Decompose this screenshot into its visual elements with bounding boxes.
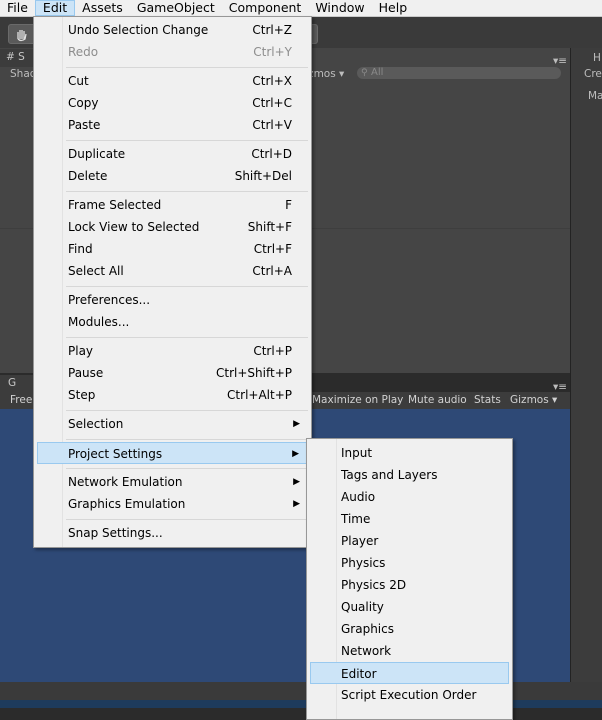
menu-separator <box>66 67 308 68</box>
menu-separator <box>66 286 308 287</box>
hand-tool-button[interactable] <box>8 24 36 44</box>
submenu-item-graphics[interactable]: Graphics <box>310 618 509 640</box>
menu-item-find[interactable]: Find Ctrl+F <box>37 238 308 260</box>
scene-search-input[interactable]: ⚲ All <box>357 67 561 79</box>
submenu-arrow-icon: ▶ <box>293 419 300 429</box>
scene-tab[interactable]: # S <box>6 51 25 63</box>
submenu-arrow-icon: ▶ <box>293 499 300 509</box>
menu-item-pause[interactable]: Pause Ctrl+Shift+P <box>37 362 308 384</box>
submenu-item-script-execution-order[interactable]: Script Execution Order <box>310 684 509 706</box>
menu-item-copy[interactable]: Copy Ctrl+C <box>37 92 308 114</box>
menu-separator <box>66 410 308 411</box>
search-icon: ⚲ <box>361 68 368 78</box>
game-tab-strip: G <box>0 375 33 393</box>
hierarchy-tab[interactable]: H <box>593 52 601 64</box>
game-tab[interactable]: G <box>8 377 16 389</box>
menu-assets[interactable]: Assets <box>75 0 130 16</box>
menu-item-select-all[interactable]: Select All Ctrl+A <box>37 260 308 282</box>
menu-item-paste[interactable]: Paste Ctrl+V <box>37 114 308 136</box>
stats-button[interactable]: Stats <box>474 393 501 408</box>
menu-help[interactable]: Help <box>372 0 415 16</box>
menu-edit[interactable]: Edit <box>34 0 76 16</box>
menu-item-cut[interactable]: Cut Ctrl+X <box>37 70 308 92</box>
submenu-arrow-icon: ▶ <box>292 449 299 459</box>
menu-separator <box>66 439 308 440</box>
scene-tab-strip: # S <box>0 49 33 67</box>
submenu-item-physics-2d[interactable]: Physics 2D <box>310 574 509 596</box>
menu-separator <box>66 191 308 192</box>
hierarchy-panel: H Cre Ma <box>570 48 602 682</box>
submenu-item-editor[interactable]: Editor <box>310 662 509 684</box>
project-settings-submenu: Input Tags and Layers Audio Time Player … <box>306 438 513 720</box>
menu-item-snap-settings[interactable]: Snap Settings... <box>37 522 308 544</box>
menu-item-play[interactable]: Play Ctrl+P <box>37 340 308 362</box>
hierarchy-item[interactable]: Ma <box>588 90 602 102</box>
menu-bar: File Edit Assets GameObject Component Wi… <box>0 0 602 17</box>
submenu-item-network[interactable]: Network <box>310 640 509 662</box>
menu-item-undo[interactable]: Undo Selection Change Ctrl+Z <box>37 19 308 41</box>
submenu-item-quality[interactable]: Quality <box>310 596 509 618</box>
hand-icon <box>17 30 27 42</box>
create-dropdown[interactable]: Cre <box>584 68 602 80</box>
menu-window[interactable]: Window <box>308 0 371 16</box>
menu-item-project-settings[interactable]: Project Settings ▶ <box>37 442 308 464</box>
submenu-item-tags-and-layers[interactable]: Tags and Layers <box>310 464 509 486</box>
menu-item-redo: Redo Ctrl+Y <box>68 45 292 59</box>
menu-separator <box>66 337 308 338</box>
menu-separator <box>66 140 308 141</box>
menu-item-duplicate[interactable]: Duplicate Ctrl+D <box>37 143 308 165</box>
panel-menu-icon[interactable]: ▾≡ <box>553 55 567 67</box>
menu-item-delete[interactable]: Delete Shift+Del <box>37 165 308 187</box>
submenu-item-physics[interactable]: Physics <box>310 552 509 574</box>
menu-item-lock-view[interactable]: Lock View to Selected Shift+F <box>37 216 308 238</box>
menu-item-selection[interactable]: Selection ▶ <box>37 413 308 435</box>
free-aspect-dropdown[interactable]: Free <box>10 393 32 408</box>
submenu-item-time[interactable]: Time <box>310 508 509 530</box>
submenu-item-audio[interactable]: Audio <box>310 486 509 508</box>
menu-item-frame-selected[interactable]: Frame Selected F <box>37 194 308 216</box>
menu-file[interactable]: File <box>0 0 35 16</box>
maximize-on-play-button[interactable]: Maximize on Play <box>312 393 403 408</box>
menu-item-graphics-emulation[interactable]: Graphics Emulation ▶ <box>37 493 308 515</box>
menu-gameobject[interactable]: GameObject <box>130 0 222 16</box>
menu-component[interactable]: Component <box>222 0 309 16</box>
submenu-item-player[interactable]: Player <box>310 530 509 552</box>
mute-audio-button[interactable]: Mute audio <box>408 393 467 408</box>
submenu-item-input[interactable]: Input <box>310 442 509 464</box>
menu-item-step[interactable]: Step Ctrl+Alt+P <box>37 384 308 406</box>
menu-item-network-emulation[interactable]: Network Emulation ▶ <box>37 471 308 493</box>
menu-item-preferences[interactable]: Preferences... <box>37 289 308 311</box>
search-placeholder: All <box>371 67 384 78</box>
edit-menu: Undo Selection Change Ctrl+Z Redo Ctrl+Y C… <box>33 16 312 548</box>
menu-separator <box>66 468 308 469</box>
submenu-arrow-icon: ▶ <box>293 477 300 487</box>
menu-separator <box>66 519 308 520</box>
menu-item-modules[interactable]: Modules... <box>37 311 308 333</box>
game-gizmos-dropdown[interactable]: Gizmos ▾ <box>510 393 557 408</box>
